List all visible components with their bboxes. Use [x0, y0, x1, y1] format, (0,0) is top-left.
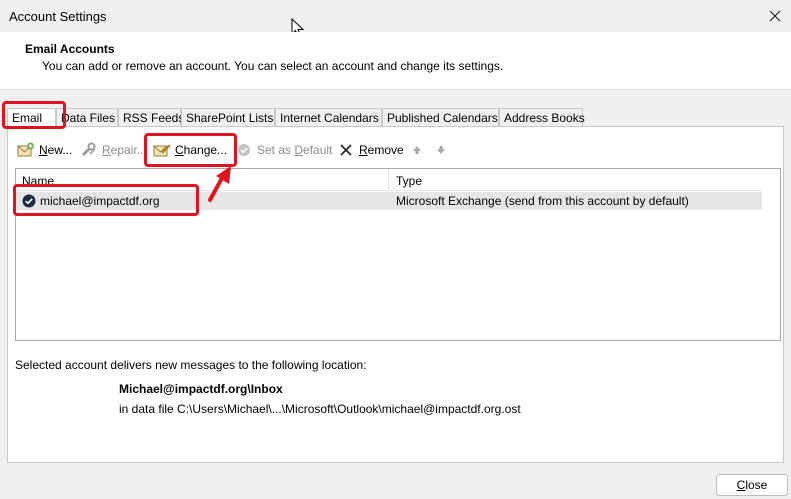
column-header-type[interactable]: Type — [396, 174, 422, 188]
change-button[interactable]: Change... — [153, 137, 227, 163]
close-icon[interactable] — [763, 4, 787, 28]
repair-button[interactable]: Repair... — [80, 137, 147, 163]
section-description: You can add or remove an account. You ca… — [42, 59, 504, 73]
column-divider[interactable] — [388, 169, 389, 191]
account-list[interactable]: Name Type michael@impactdf.org Microsoft… — [15, 168, 781, 341]
new-account-icon — [17, 141, 35, 159]
red-arrow-icon — [204, 164, 240, 207]
remove-button[interactable]: Remove — [337, 137, 404, 163]
wrench-icon — [80, 141, 98, 159]
arrow-up-icon — [408, 141, 426, 159]
default-account-check-icon — [22, 194, 36, 208]
set-as-default-button[interactable]: Set as Default — [235, 137, 332, 163]
header-band: Email Accounts You can add or remove an … — [0, 32, 791, 90]
x-icon — [337, 141, 355, 159]
tab-strip: Email Data Files RSS Feeds SharePoint Li… — [0, 108, 791, 128]
move-down-button[interactable] — [432, 137, 450, 163]
account-toolbar: New... Repair... Change... Set as Defaul… — [0, 137, 791, 163]
account-name: michael@impactdf.org — [40, 194, 160, 208]
close-button[interactable]: Close — [716, 474, 788, 496]
column-header-name[interactable]: Name — [22, 174, 54, 188]
delivery-data-file: in data file C:\Users\Michael\...\Micros… — [119, 402, 521, 416]
account-type: Microsoft Exchange (send from this accou… — [396, 194, 689, 208]
change-account-icon — [153, 141, 171, 159]
checkmark-icon — [235, 141, 253, 159]
tab-data-files[interactable]: Data Files — [56, 108, 118, 127]
tab-rss-feeds[interactable]: RSS Feeds — [118, 108, 184, 127]
new-button[interactable]: New... — [17, 137, 72, 163]
title-bar: Account Settings — [0, 0, 791, 32]
list-header: Name Type — [16, 169, 762, 191]
tab-internet-calendars[interactable]: Internet Calendars — [275, 108, 382, 127]
tab-sharepoint-lists[interactable]: SharePoint Lists — [181, 108, 275, 127]
window-title: Account Settings — [9, 9, 107, 24]
move-up-button[interactable] — [408, 137, 426, 163]
tab-email[interactable]: Email — [7, 108, 56, 128]
delivery-label: Selected account delivers new messages t… — [15, 358, 367, 372]
tab-address-books[interactable]: Address Books — [499, 108, 585, 127]
delivery-folder: Michael@impactdf.org\Inbox — [119, 382, 283, 396]
table-row[interactable]: michael@impactdf.org Microsoft Exchange … — [16, 192, 762, 210]
arrow-down-icon — [432, 141, 450, 159]
section-title: Email Accounts — [25, 42, 115, 56]
tab-published-calendars[interactable]: Published Calendars — [382, 108, 499, 127]
